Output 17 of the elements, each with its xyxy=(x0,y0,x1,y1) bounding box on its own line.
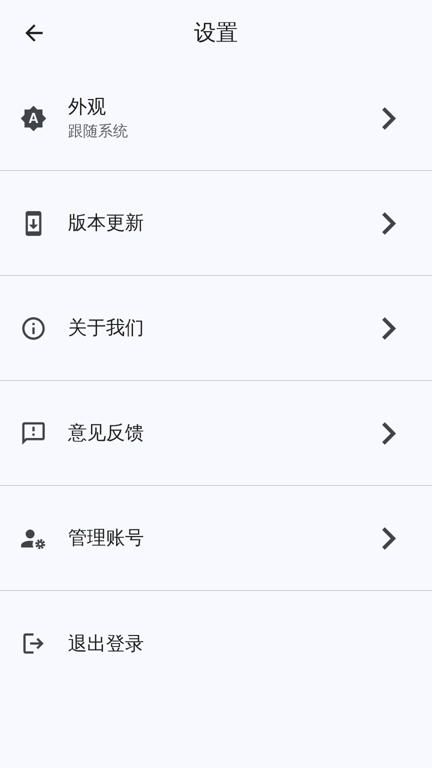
item-label: 退出登录 xyxy=(68,632,145,656)
settings-item[interactable]: 外观 跟随系统 xyxy=(0,66,432,171)
item-label: 外观 xyxy=(68,95,107,120)
settings-item[interactable]: 退出登录 xyxy=(0,591,432,696)
settings-item[interactable]: 管理账号 xyxy=(0,486,432,591)
settings-item[interactable]: 意见反馈 xyxy=(0,381,432,486)
item-label: 管理账号 xyxy=(68,526,145,551)
settings-item[interactable]: 关于我们 xyxy=(0,276,432,381)
info-icon xyxy=(20,314,47,342)
feedback-icon xyxy=(20,420,47,446)
item-label: 意见反馈 xyxy=(68,421,145,446)
page-title: 设置 xyxy=(194,20,238,48)
item-subtitle: 跟随系统 xyxy=(68,121,129,142)
settings-item[interactable]: 版本更新 xyxy=(0,171,432,276)
item-label: 版本更新 xyxy=(68,211,145,236)
item-label: 关于我们 xyxy=(68,316,145,341)
sun-letter-icon xyxy=(20,104,47,132)
